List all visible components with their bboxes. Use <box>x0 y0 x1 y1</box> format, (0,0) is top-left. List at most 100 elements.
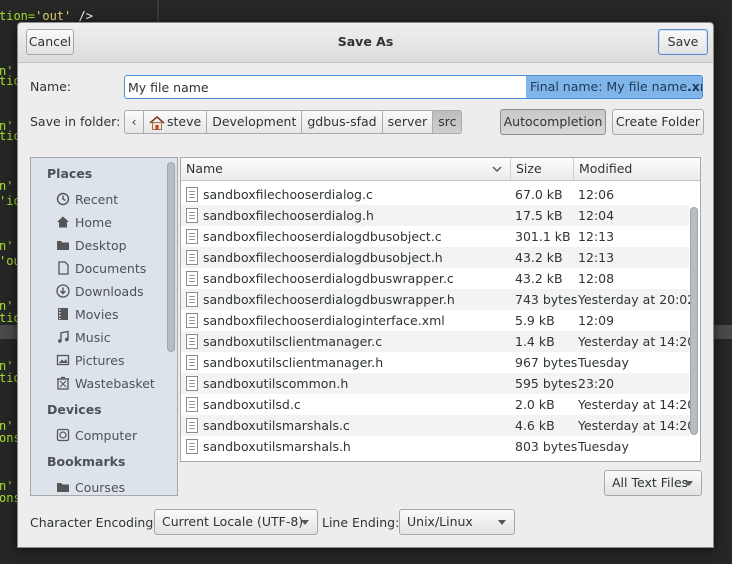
file-name: sandboxfilechooserdialog.h <box>203 208 374 223</box>
sidebar-item-desktop[interactable]: Desktop <box>55 235 127 255</box>
path-bar: ‹ steve Development gdbus-sfad server sr… <box>124 110 463 134</box>
file-name: sandboxfilechooserdialogdbuswrapper.h <box>203 292 455 307</box>
text-file-icon <box>186 208 198 223</box>
path-back-button[interactable]: ‹ <box>124 110 144 134</box>
bookmarks-heading: Bookmarks <box>47 454 126 469</box>
file-row[interactable]: sandboxutilscommon.h 595 bytes 23:20 <box>181 373 689 394</box>
file-row[interactable]: sandboxfilechooserdialogdbusobject.h 43.2… <box>181 247 689 268</box>
text-file-icon <box>186 250 198 265</box>
sidebar-item-downloads[interactable]: Downloads <box>55 281 144 301</box>
column-header-name-label: Name <box>186 161 223 176</box>
sidebar-item-movies[interactable]: Movies <box>55 304 119 324</box>
file-row[interactable]: sandboxutilsmarshals.h 803 bytes Tuesday <box>181 436 689 457</box>
file-row[interactable]: sandboxfilechooserdialogdbusobject.c 301.… <box>181 226 689 247</box>
sidebar-item-pictures[interactable]: Pictures <box>55 350 125 370</box>
name-label: Name: <box>30 79 72 94</box>
file-size: 17.5 kB <box>515 208 563 223</box>
sidebar-item-wastebasket[interactable]: Wastebasket <box>55 373 155 393</box>
file-modified: 12:13 <box>578 250 615 265</box>
sidebar-item-home[interactable]: Home <box>55 212 112 232</box>
text-file-icon <box>186 418 198 433</box>
text-file-icon <box>186 187 198 202</box>
file-name: sandboxutilsd.c <box>203 397 301 412</box>
line-ending-value: Unix/Linux <box>407 514 473 529</box>
sidebar-item-label: Movies <box>75 306 119 322</box>
file-row[interactable]: sandboxutilsmarshals.c 4.6 kB Yesterday at… <box>181 415 695 436</box>
trash-icon <box>55 375 71 391</box>
sidebar-item-label: Wastebasket <box>75 375 155 391</box>
editor-line: tion='out' /> <box>0 9 93 23</box>
file-size: 595 bytes <box>515 376 578 391</box>
file-row[interactable]: sandboxfilechooserdialogdbuswrapper.c 43.… <box>181 268 689 289</box>
sidebar-item-courses[interactable]: Courses <box>55 477 125 495</box>
file-row[interactable]: sandboxutilsclientmanager.c 1.4 kB Yesterd… <box>181 331 695 352</box>
sidebar-item-documents[interactable]: Documents <box>55 258 146 278</box>
sidebar-item-label: Computer <box>75 427 138 443</box>
file-modified: Yesterday at 20:02 <box>578 292 696 307</box>
file-size: 4.6 kB <box>515 418 555 433</box>
file-name-field[interactable]: Final name: My file name.xml <box>124 75 703 99</box>
file-modified: 23:20 <box>578 376 615 391</box>
recent-icon <box>55 191 71 207</box>
save-button[interactable]: Save <box>658 29 708 55</box>
character-encoding-label: Character Encoding: <box>30 515 158 530</box>
column-header-modified[interactable]: Modified <box>574 158 700 180</box>
file-modified: Tuesday <box>578 439 629 454</box>
sidebar-item-recent[interactable]: Recent <box>55 189 118 209</box>
line-ending-dropdown[interactable]: Unix/Linux <box>399 509 515 535</box>
file-row[interactable]: sandboxfilechooserdialoginterface.xml 5.9… <box>181 310 689 331</box>
folder-icon <box>55 237 71 253</box>
file-name: sandboxutilsclientmanager.c <box>203 334 383 349</box>
text-file-icon <box>186 229 198 244</box>
file-size: 43.2 kB <box>515 250 563 265</box>
file-size: 43.2 kB <box>515 271 563 286</box>
character-encoding-value: Current Locale (UTF-8) <box>162 514 304 529</box>
path-crumb-home[interactable]: steve <box>144 110 208 134</box>
file-row[interactable]: sandboxfilechooserdialog.c 67.0 kB 12:06 <box>181 184 689 205</box>
file-filter-dropdown[interactable]: All Text Files <box>604 470 702 496</box>
line-ending-label: Line Ending: <box>322 515 400 530</box>
file-row[interactable]: sandboxutilsclientmanager.h 967 bytes Tues… <box>181 352 689 373</box>
file-list-scrollbar[interactable] <box>690 183 698 459</box>
final-name-hint: Final name: My file name.xml <box>526 76 702 98</box>
path-crumb[interactable]: Development <box>207 110 303 134</box>
path-crumb-current[interactable]: src <box>433 110 463 134</box>
sidebar-item-computer[interactable]: Computer <box>55 425 137 445</box>
home-icon <box>149 115 165 130</box>
text-file-icon <box>186 313 198 328</box>
save-in-folder-label: Save in folder: <box>30 114 121 129</box>
autocompletion-toggle[interactable]: Autocompletion <box>500 109 606 135</box>
devices-heading: Devices <box>47 402 102 417</box>
text-file-icon <box>186 271 198 286</box>
sidebar-scrollbar-thumb[interactable] <box>167 162 175 352</box>
editor-line: n' <box>0 239 14 253</box>
sidebar-item-label: Documents <box>75 260 147 276</box>
sort-chevron-icon <box>492 158 502 187</box>
file-row[interactable]: sandboxfilechooserdialog.h 17.5 kB 12:04 <box>181 205 689 226</box>
editor-token: tion= <box>0 9 36 23</box>
file-size: 803 bytes <box>515 439 578 454</box>
column-header-name[interactable]: Name <box>181 158 511 180</box>
folder-icon <box>55 479 71 495</box>
path-crumb[interactable]: server <box>382 110 434 134</box>
file-modified: 12:09 <box>578 313 615 328</box>
sidebar-item-label: Downloads <box>75 283 144 299</box>
sidebar-item-music[interactable]: Music <box>55 327 111 347</box>
editor-string-token: 'out' <box>35 9 72 23</box>
create-folder-button[interactable]: Create Folder <box>612 109 704 135</box>
final-name-prefix: Final name: My file name <box>530 79 688 94</box>
text-file-icon <box>186 355 198 370</box>
file-list-scrollbar-thumb[interactable] <box>690 207 698 435</box>
character-encoding-dropdown[interactable]: Current Locale (UTF-8) <box>154 509 318 535</box>
sidebar-scrollbar[interactable] <box>167 160 175 495</box>
column-header-size[interactable]: Size <box>511 158 574 180</box>
download-icon <box>55 283 71 299</box>
file-row[interactable]: sandboxutilsd.c 2.0 kB Yesterday at 14:20 <box>181 394 695 415</box>
editor-punct-token: /> <box>71 9 93 23</box>
file-modified: Yesterday at 14:20 <box>578 397 696 412</box>
file-size: 743 bytes <box>515 292 578 307</box>
path-crumb[interactable]: gdbus-sfad <box>302 110 383 134</box>
text-file-icon <box>186 334 198 349</box>
file-name-input[interactable] <box>128 78 523 96</box>
file-row[interactable]: sandboxfilechooserdialogdbuswrapper.h 743… <box>181 289 695 310</box>
